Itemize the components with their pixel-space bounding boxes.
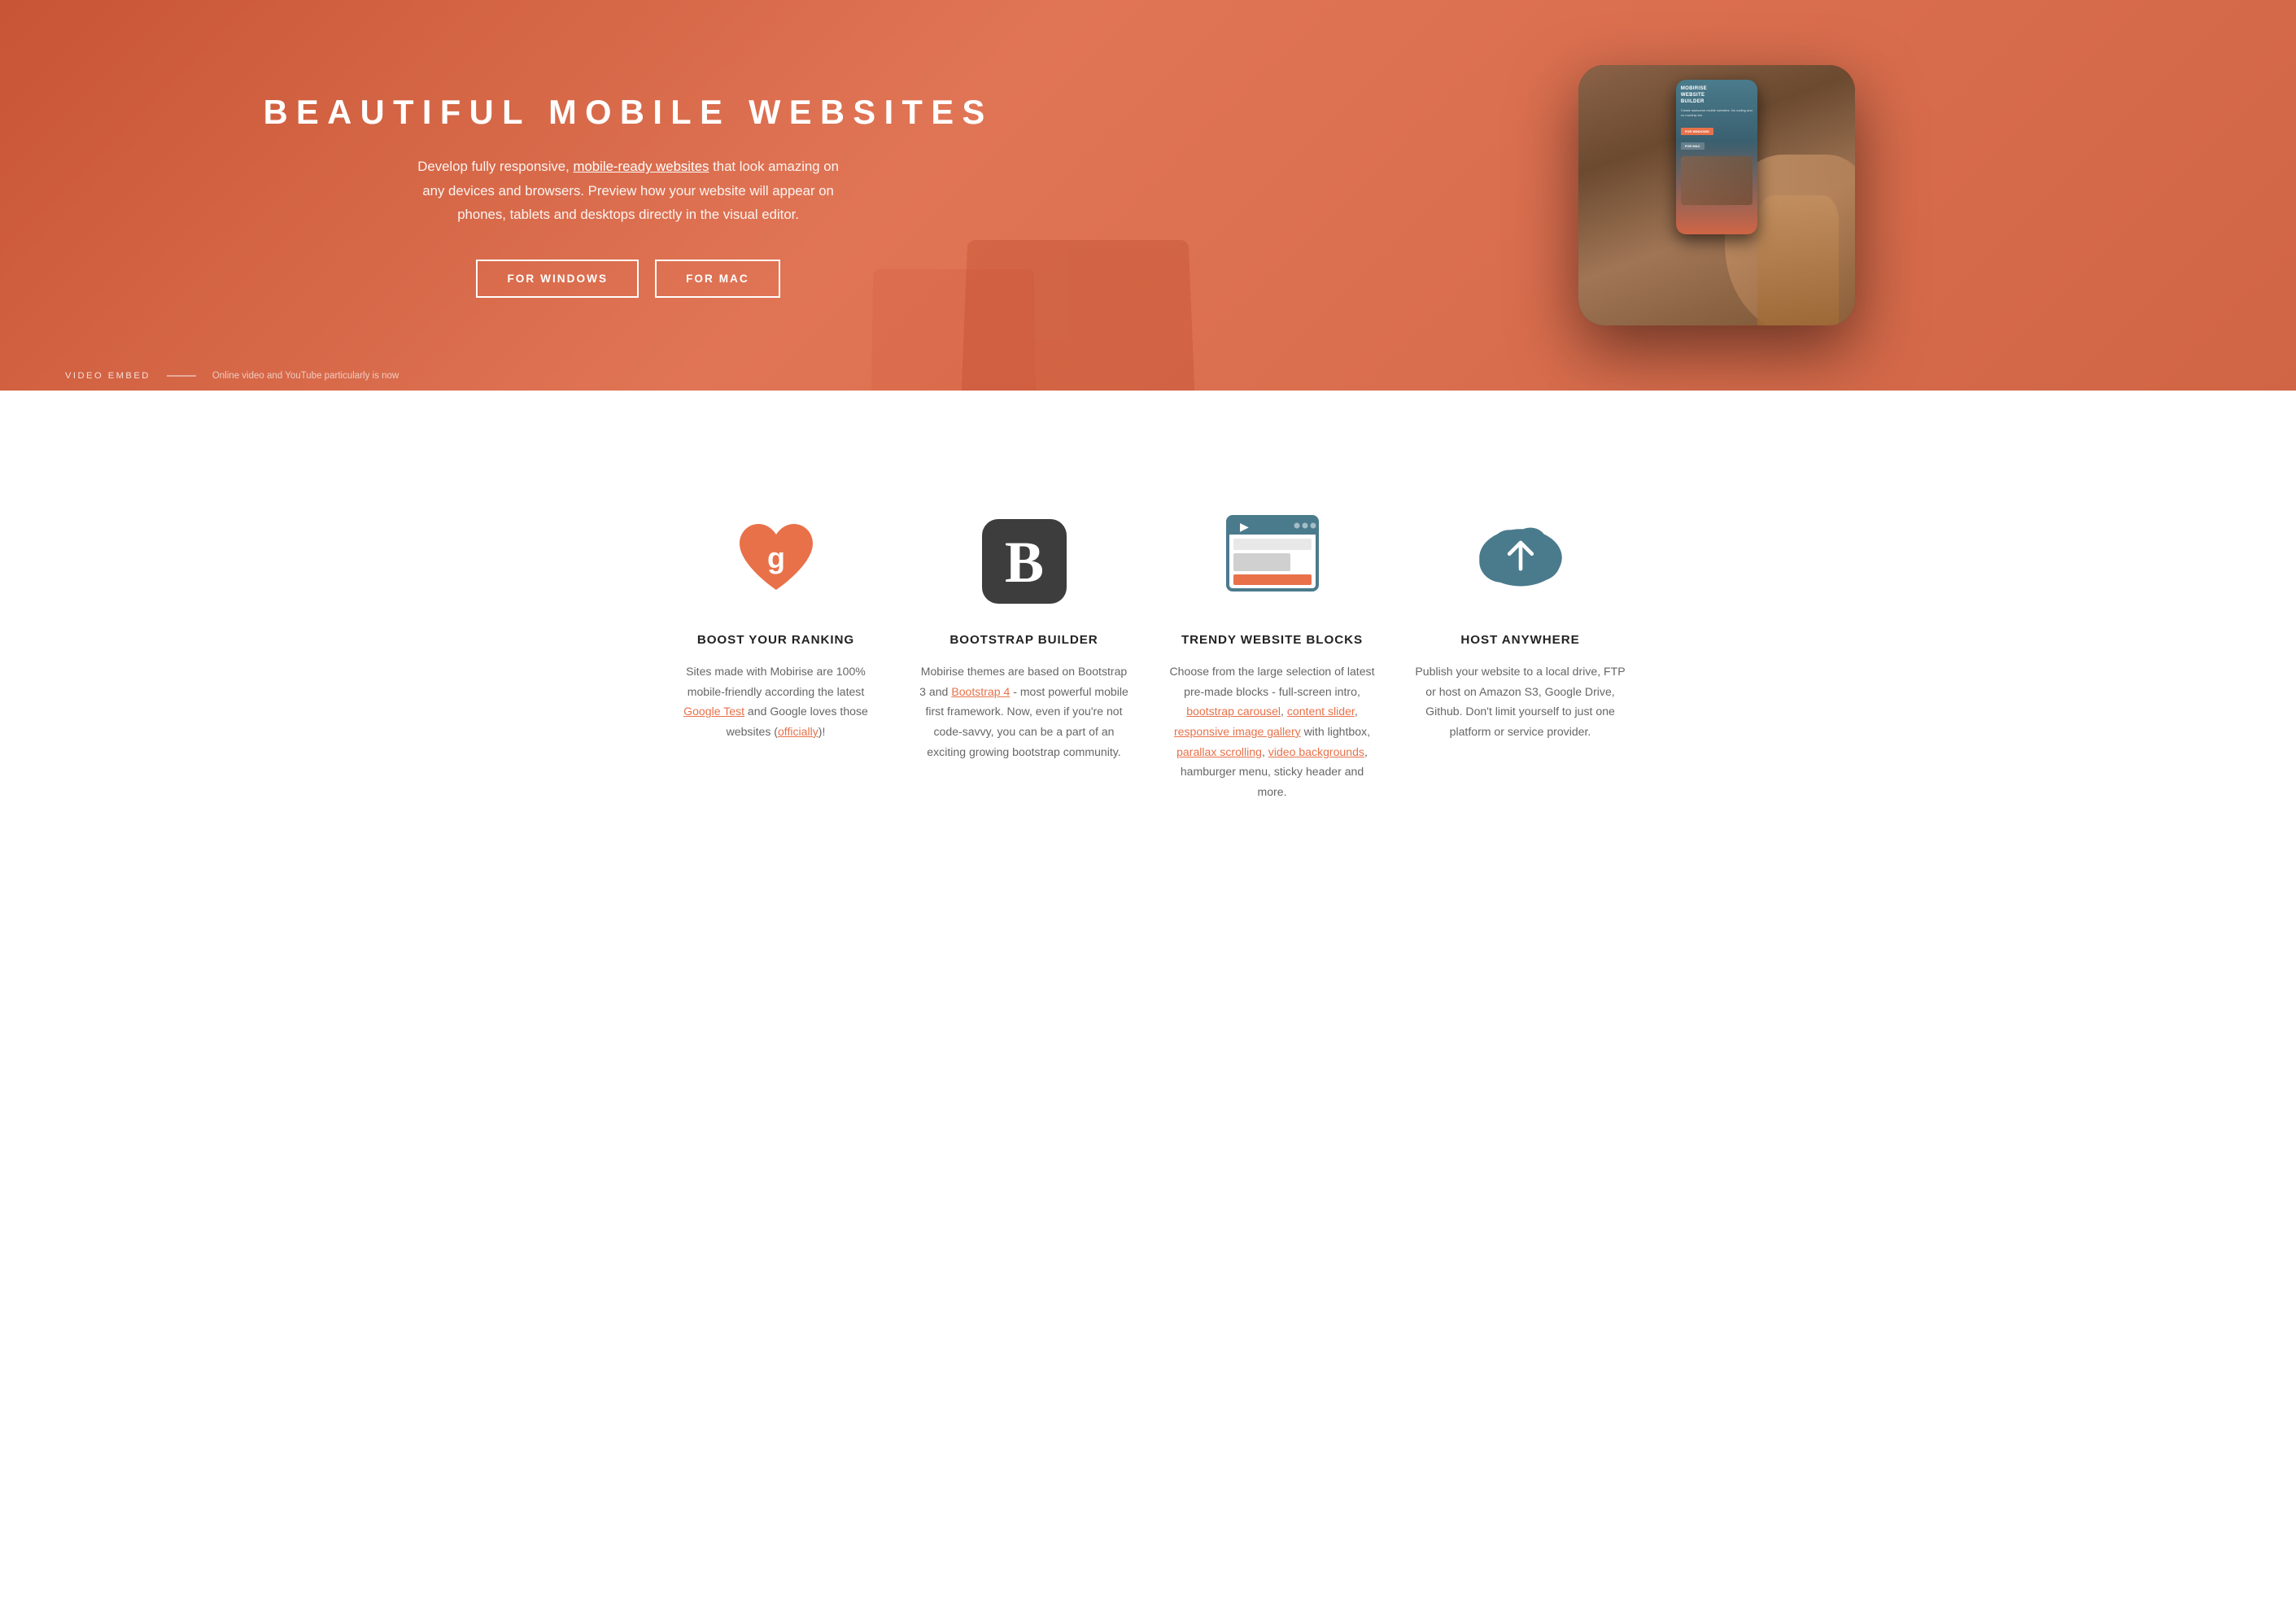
feature-host-desc: Publish your website to a local drive, F… — [1412, 661, 1628, 742]
hero-mobile-ready-link[interactable]: mobile-ready websites — [573, 159, 709, 174]
feature-host-title: HOST ANYWHERE — [1460, 633, 1579, 647]
responsive-gallery-link[interactable]: responsive image gallery — [1174, 725, 1301, 738]
officially-link[interactable]: officially — [778, 725, 818, 738]
feature-trendy-icon: ▶ — [1224, 513, 1321, 610]
btn-windows[interactable]: FOR WINDOWS — [476, 260, 639, 298]
video-embed-text: Online video and YouTube particularly is… — [212, 371, 399, 381]
hero-image-wrapper: MOBIRISEWEBSITEBUILDER Create awesome mo… — [1240, 65, 2193, 325]
browser-blocks-icon: ▶ — [1224, 513, 1321, 606]
hero-desc-part1: Develop fully responsive, — [417, 159, 573, 174]
hero-text-area: BEAUTIFUL MOBILE WEBSITES Develop fully … — [65, 93, 1191, 297]
content-slider-link[interactable]: content slider — [1287, 705, 1355, 718]
svg-text:g: g — [767, 541, 785, 574]
feature-trendy: ▶ TRENDY WEBSITE BLOCKS Choose from the … — [1164, 513, 1380, 801]
parallax-link[interactable]: parallax scrolling — [1176, 745, 1262, 758]
phone-mockup: MOBIRISEWEBSITEBUILDER Create awesome mo… — [1578, 65, 1855, 325]
google-test-link[interactable]: Google Test — [683, 705, 744, 718]
feature-bootstrap-icon: B — [976, 513, 1073, 610]
svg-text:B: B — [1004, 530, 1043, 595]
features-grid: g BOOST YOUR RANKING Sites made with Mob… — [619, 447, 1677, 850]
feature-boost-desc: Sites made with Mobirise are 100% mobile… — [668, 661, 884, 742]
video-embed-divider — [167, 375, 196, 377]
feature-trendy-desc: Choose from the large selection of lates… — [1164, 661, 1380, 801]
video-embed-label: VIDEO EMBED — [65, 371, 151, 381]
feature-bootstrap: B BOOTSTRAP BUILDER Mobirise themes are … — [916, 513, 1132, 801]
bootstrap4-link[interactable]: Bootstrap 4 — [951, 685, 1010, 698]
features-section: g BOOST YOUR RANKING Sites made with Mob… — [0, 391, 2296, 899]
bootstrap-carousel-link[interactable]: bootstrap carousel — [1186, 705, 1281, 718]
video-bg-link[interactable]: video backgrounds — [1268, 745, 1364, 758]
feature-bootstrap-title: BOOTSTRAP BUILDER — [949, 633, 1098, 647]
feature-boost: g BOOST YOUR RANKING Sites made with Mob… — [668, 513, 884, 801]
feature-host-icon — [1472, 513, 1569, 610]
svg-text:▶: ▶ — [1240, 520, 1249, 533]
hero-description: Develop fully responsive, mobile-ready w… — [417, 155, 840, 226]
hero-title: BEAUTIFUL MOBILE WEBSITES — [65, 93, 1191, 132]
feature-bootstrap-desc: Mobirise themes are based on Bootstrap 3… — [916, 661, 1132, 762]
heart-g-icon: g — [727, 513, 825, 610]
feature-trendy-title: TRENDY WEBSITE BLOCKS — [1181, 633, 1363, 647]
bootstrap-b-icon: B — [976, 513, 1073, 610]
hero-buttons: FOR WINDOWS FOR MAC — [65, 260, 1191, 298]
feature-boost-icon: g — [727, 513, 825, 610]
cloud-upload-icon — [1472, 513, 1569, 596]
hero-content: BEAUTIFUL MOBILE WEBSITES Develop fully … — [0, 16, 2296, 374]
feature-host: HOST ANYWHERE Publish your website to a … — [1412, 513, 1628, 801]
feature-boost-title: BOOST YOUR RANKING — [697, 633, 854, 647]
btn-mac[interactable]: FOR MAC — [655, 260, 780, 298]
hero-section: BEAUTIFUL MOBILE WEBSITES Develop fully … — [0, 0, 2296, 391]
